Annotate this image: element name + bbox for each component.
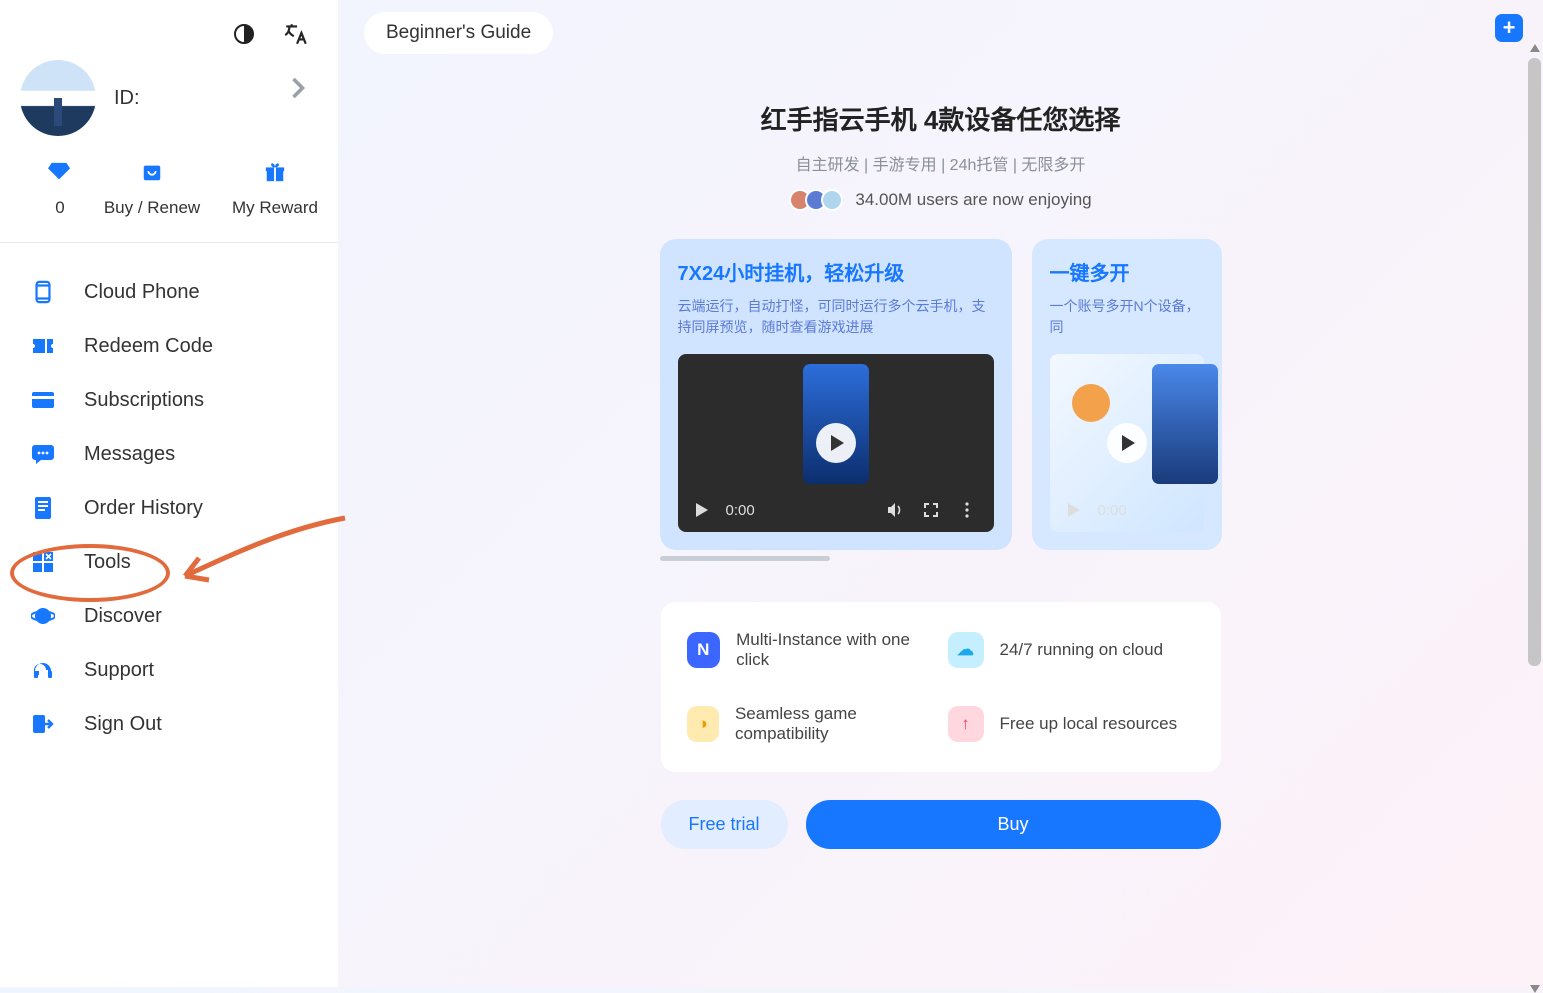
phone-icon <box>30 279 56 305</box>
horizontal-scrollbar[interactable] <box>660 556 1222 562</box>
buy-button[interactable]: Buy <box>806 800 1221 849</box>
play-control-icon[interactable] <box>1068 503 1080 517</box>
sidebar-item-redeem-code[interactable]: Redeem Code <box>0 319 338 373</box>
signout-icon <box>30 711 56 737</box>
upload-icon: ↑ <box>948 706 984 742</box>
video-player-2[interactable]: 0:00 <box>1050 354 1204 532</box>
feature-cloud-247: ☁ 24/7 running on cloud <box>948 630 1195 670</box>
multi-instance-icon: N <box>687 632 721 668</box>
sidebar-item-discover[interactable]: Discover <box>0 589 338 643</box>
cloud-icon: ☁ <box>948 632 984 668</box>
free-trial-button[interactable]: Free trial <box>661 800 788 849</box>
feature-game-compat: ◑ Seamless game compatibility <box>687 704 934 744</box>
sidebar-item-subscriptions[interactable]: Subscriptions <box>0 373 338 427</box>
fullscreen-icon[interactable] <box>922 501 940 519</box>
sidebar-item-messages[interactable]: Messages <box>0 427 338 481</box>
users-row: 34.00M users are now enjoying <box>789 189 1091 211</box>
balance-value: 0 <box>55 198 64 218</box>
grid-icon <box>30 549 56 575</box>
my-reward-button[interactable]: My Reward <box>232 160 318 218</box>
buy-renew-button[interactable]: Buy / Renew <box>104 160 200 218</box>
promo-cards-scroll[interactable]: 7X24小时挂机，轻松升级 云端运行，自动打怪，可同时运行多个云手机，支持同屏预… <box>660 239 1222 550</box>
sidebar-item-tools[interactable]: Tools <box>0 535 338 589</box>
feature-multi-instance: N Multi-Instance with one click <box>687 630 934 670</box>
promo-card-1: 7X24小时挂机，轻松升级 云端运行，自动打怪，可同时运行多个云手机，支持同屏预… <box>660 239 1012 550</box>
card-icon <box>30 387 56 413</box>
theme-toggle-icon[interactable] <box>230 20 258 48</box>
play-control-icon[interactable] <box>696 503 708 517</box>
diamond-icon <box>48 160 72 184</box>
more-icon[interactable] <box>958 501 976 519</box>
headset-icon <box>30 657 56 683</box>
promo-card-2: 一键多开 一个账号多开N个设备，同 0:00 <box>1032 239 1222 550</box>
play-icon[interactable] <box>1107 423 1147 463</box>
features-box: N Multi-Instance with one click ☁ 24/7 r… <box>661 602 1221 772</box>
avatar[interactable] <box>20 60 96 136</box>
chat-icon <box>30 441 56 467</box>
gift-icon <box>263 160 287 184</box>
language-icon[interactable] <box>282 20 310 48</box>
feature-free-resources: ↑ Free up local resources <box>948 704 1195 744</box>
balance-button[interactable]: 0 <box>48 160 72 218</box>
scrollbar[interactable] <box>1528 58 1541 979</box>
users-avatars-icon <box>789 189 843 211</box>
sidebar-item-order-history[interactable]: Order History <box>0 481 338 535</box>
video-player-1[interactable]: 0:00 <box>678 354 994 532</box>
sidebar: ID: 0 Buy / Renew My Reward <box>0 0 338 987</box>
promo-title: 红手指云手机 4款设备任您选择 <box>761 100 1121 137</box>
ticket-icon <box>30 333 56 359</box>
users-count-text: 34.00M users are now enjoying <box>855 190 1091 210</box>
bag-icon <box>140 160 164 184</box>
game-icon: ◑ <box>687 706 719 742</box>
sidebar-item-cloud-phone[interactable]: Cloud Phone <box>0 265 338 319</box>
planet-icon <box>30 603 56 629</box>
promo-subtitle: 自主研发 | 手游专用 | 24h托管 | 无限多开 <box>796 151 1086 175</box>
main-content: Beginner's Guide + 红手指云手机 4款设备任您选择 自主研发 … <box>338 0 1543 987</box>
add-button[interactable]: + <box>1495 14 1523 42</box>
chevron-right-icon[interactable] <box>284 74 312 102</box>
user-id-label: ID: <box>114 87 140 110</box>
sidebar-item-support[interactable]: Support <box>0 643 338 697</box>
document-icon <box>30 495 56 521</box>
volume-icon[interactable] <box>886 501 904 519</box>
play-icon[interactable] <box>816 423 856 463</box>
sidebar-item-sign-out[interactable]: Sign Out <box>0 697 338 751</box>
beginners-guide-button[interactable]: Beginner's Guide <box>364 12 553 54</box>
